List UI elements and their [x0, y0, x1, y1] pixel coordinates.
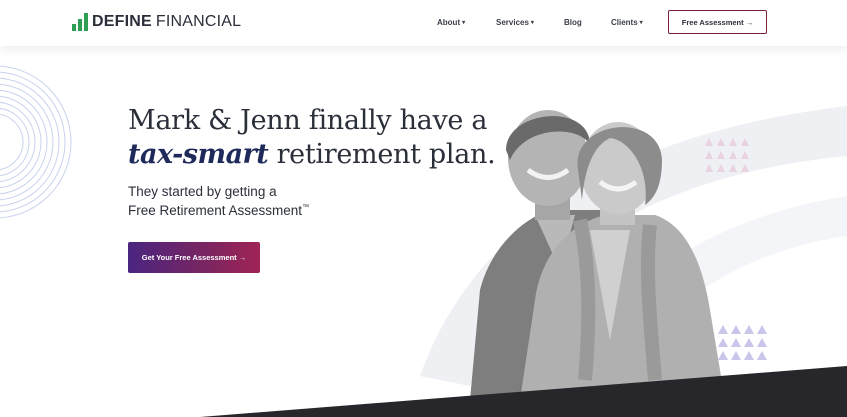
bar-chart-logo-icon [72, 13, 88, 31]
concentric-rings-decoration [0, 65, 72, 219]
subhead-line-2: Free Retirement Assessment™ [128, 200, 309, 219]
hero-subheading: They started by getting a Free Retiremen… [128, 184, 309, 219]
chevron-down-icon: ▾ [462, 20, 466, 26]
nav-item-label: Blog [564, 18, 582, 27]
site-header: DEFINE FINANCIAL About ▾ Services ▾ Blog Cl… [0, 0, 847, 46]
brand-name-light: FINANCIAL [155, 13, 242, 30]
headline-line-1: Mark & Jenn finally have a [128, 105, 488, 136]
nav-item-blog[interactable]: Blog [564, 18, 582, 27]
get-free-assessment-button[interactable]: Get Your Free Assessment → [128, 242, 260, 273]
free-assessment-button[interactable]: Free Assessment → [668, 10, 767, 34]
headline-emphasis: tax-smart [128, 139, 269, 170]
nav-item-label: Services [496, 18, 529, 27]
nav-item-label: About [437, 18, 461, 27]
nav-item-about[interactable]: About ▾ [437, 18, 465, 27]
nav-item-services[interactable]: Services ▾ [496, 18, 534, 27]
brand-logo[interactable]: DEFINE FINANCIAL [72, 11, 241, 33]
nav-item-label: Clients [611, 18, 638, 27]
brand-name-bold: DEFINE [92, 13, 152, 30]
brand-name: DEFINE FINANCIAL [92, 13, 241, 31]
nav-item-clients[interactable]: Clients ▾ [611, 18, 643, 27]
hero-headline: Mark & Jenn finally have a tax-smart ret… [128, 104, 496, 172]
subhead-assessment-name: Free Retirement Assessment [128, 203, 303, 218]
trademark-symbol: ™ [302, 204, 310, 211]
chevron-down-icon: ▾ [530, 20, 534, 26]
subhead-line-1: They started by getting a [128, 184, 277, 199]
chevron-down-icon: ▾ [639, 20, 643, 26]
headline-line-2: tax-smart retirement plan. [128, 138, 496, 172]
headline-line-2-rest: retirement plan. [276, 139, 496, 170]
